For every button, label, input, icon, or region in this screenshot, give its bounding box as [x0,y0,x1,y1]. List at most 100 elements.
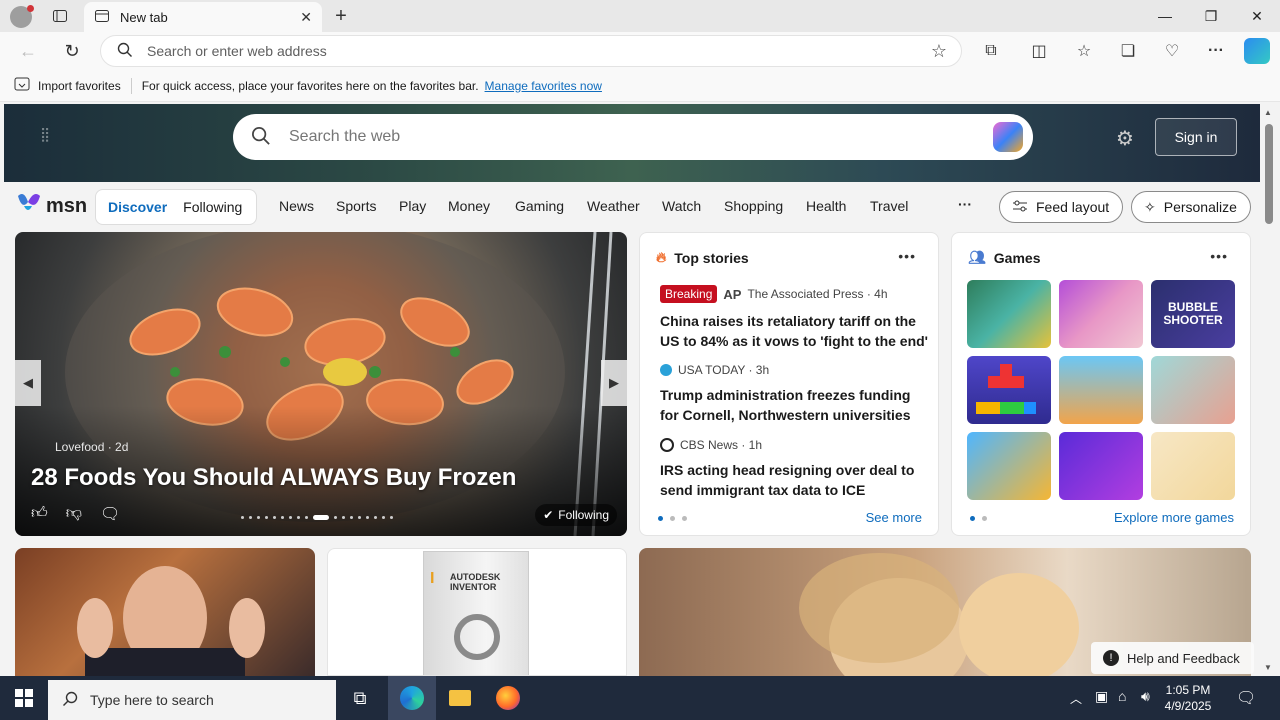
see-more-link[interactable]: See more [866,510,922,525]
address-bar[interactable]: Search or enter web address ☆ [100,35,962,67]
game-tile-gems[interactable] [967,280,1051,348]
favorites-icon[interactable]: ☆ [1070,37,1098,65]
game-tile-doctor[interactable] [1151,356,1235,424]
games-more-icon[interactable]: ••• [1210,248,1228,264]
game-tile-crazy-1[interactable] [967,432,1051,500]
thumbs-down-icon[interactable]: 👎︎ [66,504,82,524]
firefox-icon[interactable] [484,676,532,720]
scroll-up-icon[interactable]: ▲ [1264,108,1272,117]
carousel-next-icon[interactable]: ▶ [601,360,627,406]
comment-icon[interactable]: 🗨︎ [100,504,120,524]
copilot-icon[interactable] [1244,38,1270,64]
close-window-icon[interactable]: ✕ [1234,0,1280,32]
following-badge[interactable]: ✔ Following [535,504,617,526]
story-item[interactable]: CBS News · 1h IRS acting head resigning … [660,438,930,500]
import-favorites-label: Import favorites [38,78,121,93]
hero-headline[interactable]: 28 Foods You Should ALWAYS Buy Frozen [31,464,516,492]
thumbs-up-icon[interactable]: 👍︎ [31,504,48,524]
explore-more-games-link[interactable]: Explore more games [1114,510,1234,525]
split-screen-icon[interactable]: ◫ [1025,37,1053,65]
nav-money[interactable]: Money [448,198,490,214]
tab-actions-icon[interactable] [46,2,74,30]
volume-icon[interactable]: 🔊︎ [1141,688,1150,705]
import-icon [14,77,30,94]
story-item[interactable]: USA TODAY · 3h Trump administration free… [660,363,930,425]
nav-travel[interactable]: Travel [870,198,908,214]
page-settings-icon[interactable]: ⚙ [1116,126,1134,151]
copilot-search-icon[interactable] [993,122,1023,152]
carousel-prev-icon[interactable]: ◀ [15,360,41,406]
game-tile-hotel[interactable] [1059,356,1143,424]
game-tile-bubble-shooter[interactable]: BUBBLE SHOOTER [1151,280,1235,348]
edge-taskbar-icon[interactable] [388,676,436,720]
performance-icon[interactable]: ♡ [1158,37,1186,65]
tab-following[interactable]: Following [175,199,250,215]
nav-more-icon[interactable]: ··· [958,196,972,212]
feed-layout-label: Feed layout [1036,199,1110,215]
taskbar-search[interactable]: Type here to search [48,680,336,720]
tab-discover[interactable]: Discover [100,199,175,215]
news-card-politician[interactable] [15,548,315,676]
hero-source[interactable]: Lovefood · 2d [55,440,128,454]
address-input[interactable]: Search or enter web address [147,43,931,59]
feed-layout-button[interactable]: Feed layout [999,191,1123,223]
top-stories-more-icon[interactable]: ••• [898,248,916,264]
minimize-icon[interactable]: — [1142,0,1188,32]
nav-sports[interactable]: Sports [336,198,376,214]
nav-play[interactable]: Play [399,198,426,214]
back-icon[interactable]: ← [14,37,42,65]
extensions-icon[interactable]: ⧉ [977,37,1005,65]
story-title[interactable]: China raises its retaliatory tariff on t… [660,311,930,351]
tray-chevron-icon[interactable]: ︿ [1070,690,1082,707]
game-tile-blocks[interactable] [967,356,1051,424]
scroll-down-icon[interactable]: ▼ [1264,663,1272,672]
manage-favorites-link[interactable]: Manage favorites now [485,79,602,93]
game-tile-makeup[interactable] [1059,280,1143,348]
usa-today-logo-icon [660,364,672,376]
tab-new-tab[interactable]: New tab ✕ [84,2,322,32]
favorite-star-icon[interactable]: ☆ [931,41,947,62]
page-scrollbar[interactable]: ▲ ▼ [1262,104,1276,676]
app-launcher-icon[interactable]: ⣿ [40,126,58,144]
collections-icon[interactable]: ❏ [1114,37,1142,65]
notifications-icon[interactable]: 🗨︎ [1236,688,1256,708]
game-tile-crazy-2[interactable] [1059,432,1143,500]
story-title[interactable]: IRS acting head resigning over deal to s… [660,460,930,500]
hero-actions: 👍︎ 👎︎ 🗨︎ [31,504,120,524]
sign-in-button[interactable]: Sign in [1155,118,1237,156]
new-tab-icon[interactable]: + [327,2,355,30]
tray-device-icon[interactable]: ▣ [1095,688,1108,705]
network-icon[interactable]: ⌂ [1118,688,1126,704]
close-tab-icon[interactable]: ✕ [300,9,312,26]
nav-weather[interactable]: Weather [587,198,640,214]
windows-start-icon[interactable] [0,676,48,720]
scroll-thumb[interactable] [1265,124,1273,224]
import-favorites-button[interactable]: Import favorites [14,77,121,94]
nav-health[interactable]: Health [806,198,846,214]
msn-search-input[interactable]: Search the web [289,128,993,146]
nav-watch[interactable]: Watch [662,198,701,214]
taskbar-search-input[interactable]: Type here to search [90,692,214,708]
top-stories-header: 🔥︎ Top stories [656,249,749,266]
personalize-button[interactable]: ✧ Personalize [1131,191,1251,223]
hero-news-card[interactable]: ◀ ▶ Lovefood · 2d 28 Foods You Should AL… [15,232,627,536]
sparkle-icon: ✧ [1144,198,1156,215]
favorites-bar: Import favorites For quick access, place… [0,70,1280,102]
file-explorer-icon[interactable] [436,676,484,720]
nav-gaming[interactable]: Gaming [515,198,564,214]
refresh-icon[interactable]: ↻ [58,37,86,65]
taskbar-clock[interactable]: 1:05 PM 4/9/2025 [1160,682,1216,714]
game-tile-shiba[interactable] [1151,432,1235,500]
settings-more-icon[interactable]: ··· [1202,37,1230,65]
flame-icon: 🔥︎ [656,249,667,265]
restore-icon[interactable]: ❐ [1188,0,1234,32]
story-item[interactable]: Breaking AP The Associated Press · 4h Ch… [660,285,930,351]
msn-search-box[interactable]: Search the web [233,114,1033,160]
news-card-autodesk[interactable]: AUTODESK INVENTOR I [327,548,627,676]
nav-news[interactable]: News [279,198,314,214]
help-feedback-button[interactable]: ! Help and Feedback [1091,642,1254,674]
task-view-icon[interactable]: ⧉ [336,676,384,720]
story-title[interactable]: Trump administration freezes funding for… [660,385,930,425]
msn-logo[interactable]: msn [16,192,87,220]
nav-shopping[interactable]: Shopping [724,198,783,214]
